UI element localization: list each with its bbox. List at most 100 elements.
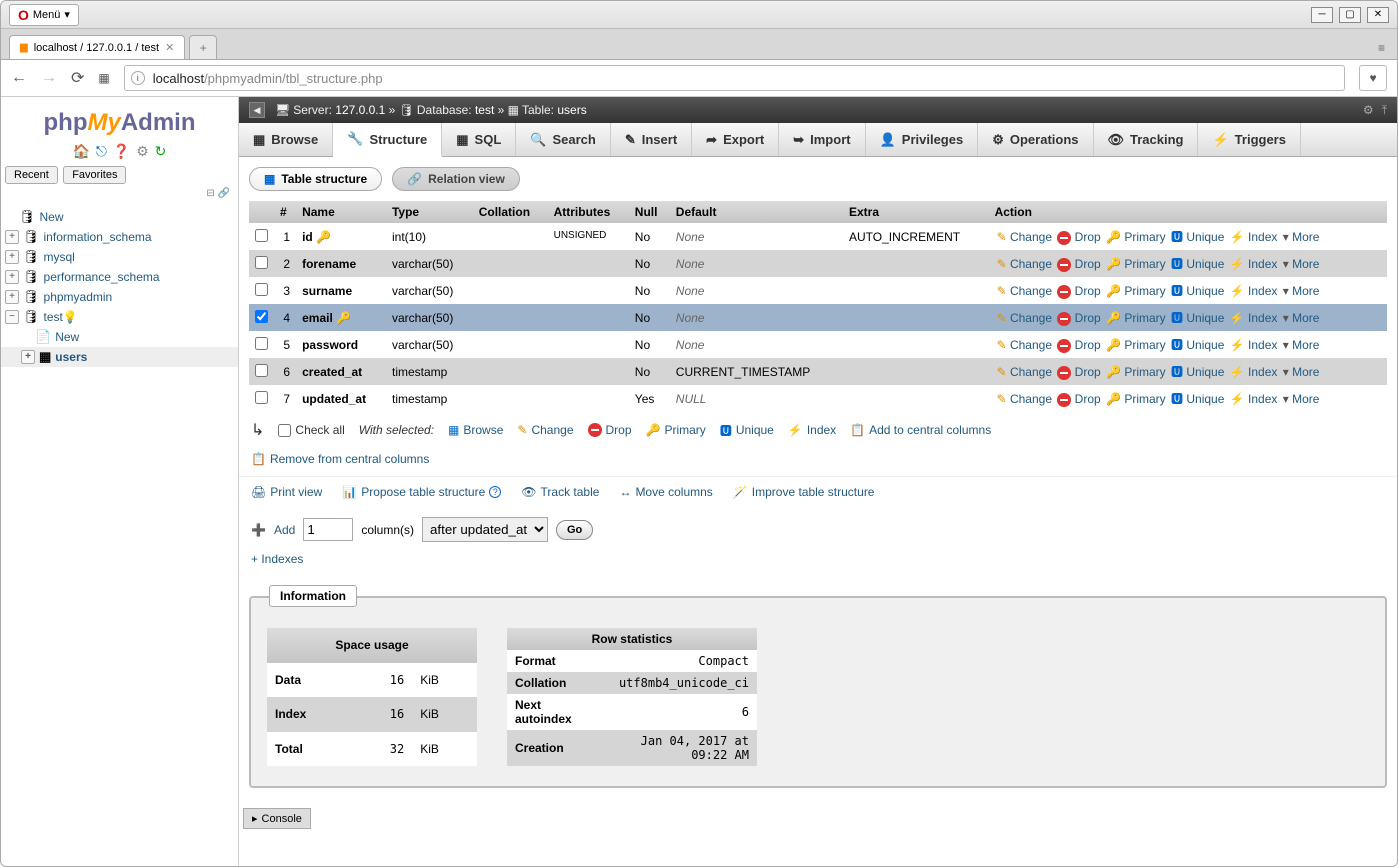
tree-db-mysql[interactable]: +🛢mysql — [1, 247, 238, 267]
tree-db-performance_schema[interactable]: +🛢performance_schema — [1, 267, 238, 287]
nav-collapse-button[interactable]: ◀ — [249, 102, 265, 118]
action-change[interactable]: ✎ Change — [997, 230, 1052, 244]
collapse-icon[interactable]: ⊟ — [206, 188, 214, 199]
tree-item-New[interactable]: 📄New — [1, 327, 238, 347]
action-drop[interactable]: Drop — [1057, 230, 1100, 244]
action-drop[interactable]: Drop — [1057, 338, 1100, 352]
opera-menu-button[interactable]: O Menü ▾ — [9, 4, 79, 26]
action-unique[interactable]: 🆄 Unique — [1171, 230, 1224, 244]
action-more[interactable]: ▾ More — [1283, 230, 1320, 244]
bc-database-link[interactable]: test — [475, 103, 494, 117]
action-index[interactable]: ⚡ Index — [1230, 230, 1278, 244]
action-primary[interactable]: 🔑 Primary — [1106, 230, 1166, 244]
row-checkbox[interactable] — [255, 283, 268, 296]
bulk-unique[interactable]: 🆄 Unique — [720, 422, 774, 439]
minimize-button[interactable]: ─ — [1311, 7, 1333, 23]
bulk-change[interactable]: ✎ Change — [517, 423, 573, 437]
action-more[interactable]: ▾ More — [1283, 311, 1320, 325]
action-more[interactable]: ▾ More — [1283, 257, 1320, 271]
row-checkbox[interactable] — [255, 256, 268, 269]
back-button[interactable]: ← — [11, 69, 27, 87]
tab-close-icon[interactable]: ✕ — [165, 41, 174, 54]
top-tab-browse[interactable]: ▦Browse — [239, 123, 333, 156]
action-primary[interactable]: 🔑 Primary — [1106, 284, 1166, 298]
add-position-select[interactable]: after updated_at — [422, 517, 548, 542]
page-top-icon[interactable]: ⤒ — [1382, 103, 1387, 118]
expand-icon[interactable]: + — [21, 350, 35, 364]
action-change[interactable]: ✎ Change — [997, 365, 1052, 379]
tool-print[interactable]: 🖨 Print view — [251, 485, 322, 499]
action-drop[interactable]: Drop — [1057, 392, 1100, 406]
action-primary[interactable]: 🔑 Primary — [1106, 365, 1166, 379]
action-drop[interactable]: Drop — [1057, 365, 1100, 379]
action-unique[interactable]: 🆄 Unique — [1171, 338, 1224, 352]
row-checkbox[interactable] — [255, 229, 268, 242]
bulk-drop[interactable]: Drop — [588, 423, 632, 437]
expand-icon[interactable]: − — [5, 310, 19, 324]
help-icon[interactable]: ? — [489, 486, 501, 498]
action-drop[interactable]: Drop — [1057, 311, 1100, 325]
expand-icon[interactable]: + — [5, 230, 19, 244]
expand-icon[interactable]: + — [5, 270, 19, 284]
action-unique[interactable]: 🆄 Unique — [1171, 365, 1224, 379]
action-more[interactable]: ▾ More — [1283, 365, 1320, 379]
row-checkbox[interactable] — [255, 364, 268, 377]
new-tab-button[interactable]: + — [189, 35, 217, 59]
row-checkbox[interactable] — [255, 337, 268, 350]
speed-dial-icon[interactable]: ▦ — [98, 71, 109, 85]
row-checkbox[interactable] — [255, 310, 268, 323]
action-primary[interactable]: 🔑 Primary — [1106, 311, 1166, 325]
forward-button[interactable]: → — [41, 69, 57, 87]
top-tab-triggers[interactable]: ⚡Triggers — [1198, 123, 1300, 156]
bulk-browse[interactable]: ▦ Browse — [448, 423, 503, 437]
action-change[interactable]: ✎ Change — [997, 257, 1052, 271]
action-drop[interactable]: Drop — [1057, 284, 1100, 298]
action-change[interactable]: ✎ Change — [997, 338, 1052, 352]
action-index[interactable]: ⚡ Index — [1230, 392, 1278, 406]
action-unique[interactable]: 🆄 Unique — [1171, 311, 1224, 325]
tree-db-phpmyadmin[interactable]: +🛢phpmyadmin — [1, 287, 238, 307]
home-icon[interactable]: 🏠 — [73, 143, 90, 159]
tree-db-test[interactable]: −🛢test 💡 — [1, 307, 238, 327]
address-bar[interactable]: i localhost/phpmyadmin/tbl_structure.php — [124, 65, 1345, 91]
close-button[interactable]: ✕ — [1367, 7, 1389, 23]
docs-icon[interactable]: ❓ — [113, 143, 130, 159]
action-index[interactable]: ⚡ Index — [1230, 284, 1278, 298]
bc-table-link[interactable]: users — [557, 103, 586, 117]
console-toggle[interactable]: ▸ Console — [243, 808, 311, 829]
bulk-add-central[interactable]: 📋 Add to central columns — [850, 423, 991, 437]
tree-item-users[interactable]: +▦users — [1, 347, 238, 367]
expand-icon[interactable]: + — [5, 250, 19, 264]
maximize-button[interactable]: ▢ — [1339, 7, 1361, 23]
action-index[interactable]: ⚡ Index — [1230, 338, 1278, 352]
action-more[interactable]: ▾ More — [1283, 284, 1320, 298]
top-tab-export[interactable]: ➦Export — [692, 123, 779, 156]
tree-db-information_schema[interactable]: +🛢information_schema — [1, 227, 238, 247]
browser-tab[interactable]: ▆ localhost / 127.0.0.1 / test ✕ — [9, 35, 185, 59]
action-change[interactable]: ✎ Change — [997, 392, 1052, 406]
subtab-relation-view[interactable]: 🔗 Relation view — [392, 167, 520, 191]
add-count-input[interactable] — [303, 518, 353, 541]
expand-icon[interactable]: + — [5, 290, 19, 304]
check-all[interactable]: Check all — [278, 423, 344, 437]
top-tab-insert[interactable]: ✎Insert — [611, 123, 692, 156]
top-tab-sql[interactable]: ▦SQL — [442, 123, 516, 156]
site-info-icon[interactable]: i — [131, 71, 145, 85]
bookmark-button[interactable]: ♥ — [1359, 65, 1387, 91]
reload-button[interactable]: ⟳ — [71, 68, 84, 88]
recent-tab[interactable]: Recent — [5, 166, 58, 184]
action-index[interactable]: ⚡ Index — [1230, 365, 1278, 379]
action-primary[interactable]: 🔑 Primary — [1106, 392, 1166, 406]
top-tab-tracking[interactable]: 👁Tracking — [1094, 123, 1199, 156]
logout-icon[interactable]: ⎋ — [96, 143, 107, 159]
row-checkbox[interactable] — [255, 391, 268, 404]
tool-track[interactable]: 👁 Track table — [521, 485, 599, 499]
bulk-primary[interactable]: 🔑 Primary — [646, 423, 706, 437]
bulk-index[interactable]: ⚡ Index — [788, 423, 836, 437]
action-more[interactable]: ▾ More — [1283, 338, 1320, 352]
tab-menu-icon[interactable]: ≡ — [1374, 37, 1389, 59]
subtab-table-structure[interactable]: ▦ Table structure — [249, 167, 382, 191]
action-unique[interactable]: 🆄 Unique — [1171, 257, 1224, 271]
settings-icon[interactable]: ⚙ — [136, 143, 149, 159]
top-tab-structure[interactable]: 🔧Structure — [333, 123, 442, 157]
